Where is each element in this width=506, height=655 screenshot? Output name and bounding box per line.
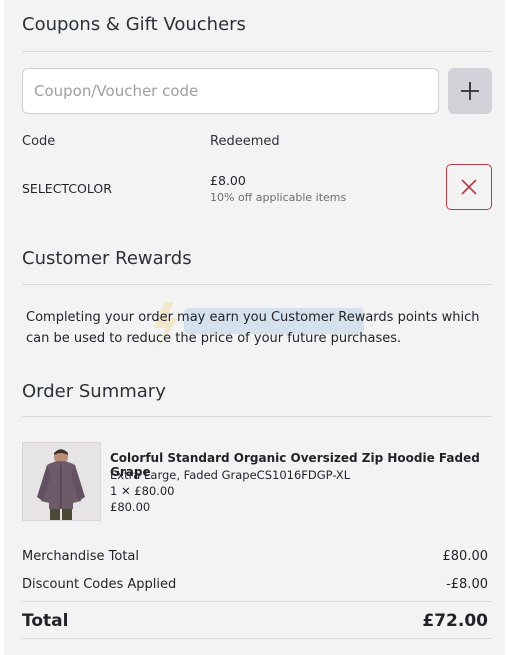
code-column-header: Code [22, 134, 56, 149]
applied-coupon-code: SELECTCOLOR [22, 181, 112, 196]
product-qty-price: 1 ✕ £80.00 [110, 484, 175, 498]
divider [22, 416, 492, 417]
discount-codes-label: Discount Codes Applied [22, 577, 177, 592]
remove-coupon-button[interactable] [446, 164, 492, 210]
divider [22, 51, 492, 52]
merchandise-total-value: £80.00 [442, 549, 489, 564]
discount-codes-value: -£8.00 [446, 577, 488, 592]
redeemed-description: 10% off applicable items [210, 191, 347, 204]
total-label: Total [22, 611, 69, 631]
divider [22, 284, 492, 285]
coupons-title: Coupons & Gift Vouchers [22, 14, 246, 35]
product-thumbnail[interactable] [22, 442, 101, 521]
close-icon [461, 179, 477, 195]
add-coupon-button[interactable] [448, 68, 492, 114]
divider [22, 601, 492, 602]
divider [22, 638, 492, 639]
checkout-side-panel: Coupons & Gift Vouchers Code Redeemed SE… [4, 0, 505, 655]
total-value: £72.00 [422, 611, 488, 631]
plus-icon [461, 82, 479, 100]
merchandise-total-label: Merchandise Total [22, 549, 139, 564]
coupon-code-input[interactable] [22, 68, 439, 114]
product-variant: Extra Large, Faded GrapeCS1016FDGP-XL [110, 468, 351, 482]
customer-rewards-title: Customer Rewards [22, 248, 192, 269]
redeemed-column-header: Redeemed [210, 134, 280, 149]
order-summary-title: Order Summary [22, 381, 166, 402]
product-line-total: £80.00 [110, 500, 151, 514]
rewards-info-text: Completing your order may earn you Custo… [26, 310, 480, 346]
redeemed-amount: £8.00 [210, 173, 246, 188]
hoodie-image [23, 443, 100, 520]
